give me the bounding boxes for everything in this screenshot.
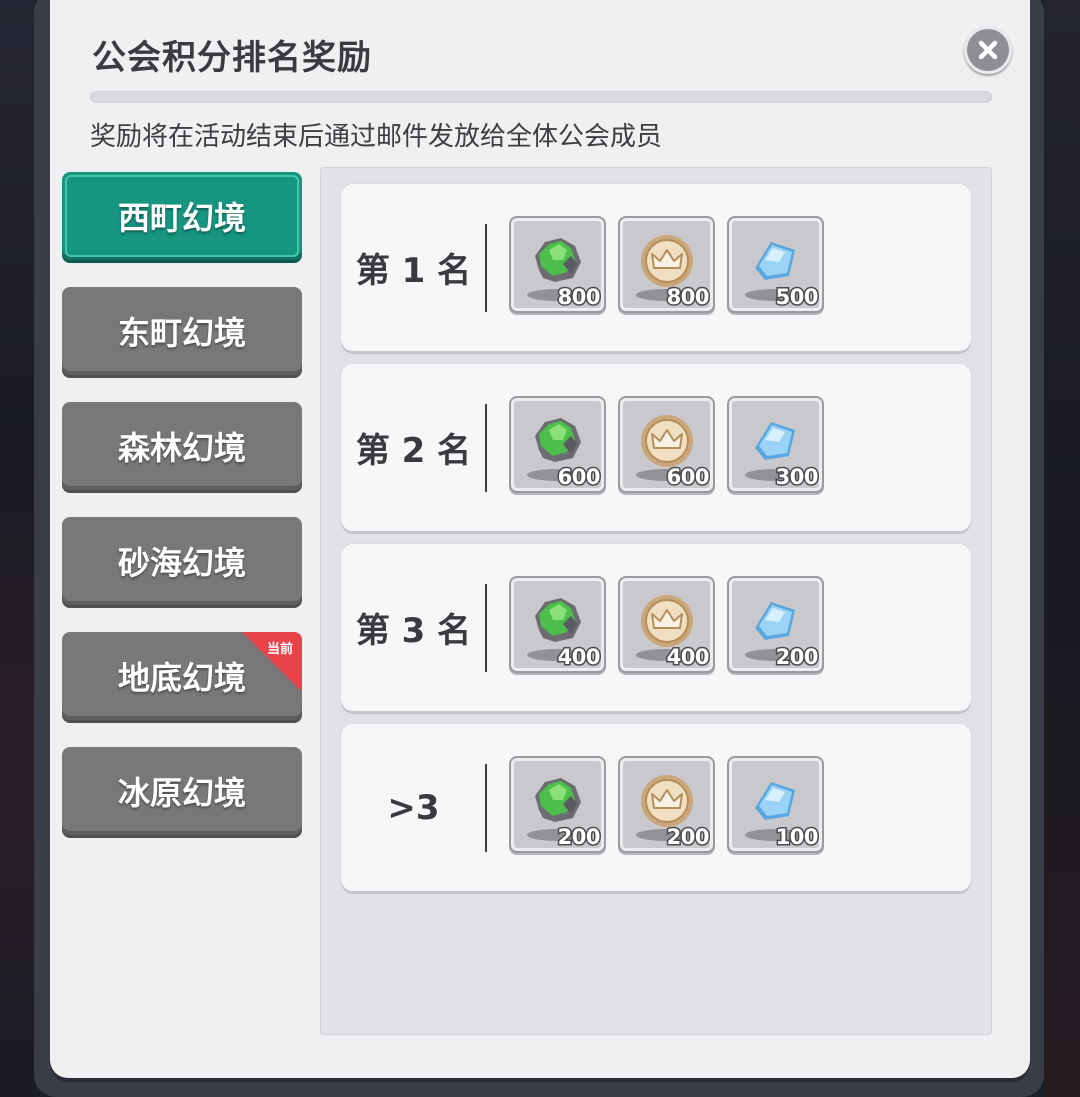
tab-label: 砂海幻境 xyxy=(117,544,246,582)
reward-count: 200 xyxy=(556,824,602,851)
green-ore-icon xyxy=(535,778,581,822)
blue-crystal-icon xyxy=(755,782,795,820)
reward-item[interactable]: 200 xyxy=(727,576,824,673)
tab-label: 东町幻境 xyxy=(117,314,246,352)
reward-count: 600 xyxy=(556,464,602,491)
reward-item[interactable]: 600 xyxy=(618,396,715,493)
blue-crystal-icon xyxy=(755,242,795,280)
rank-row: 第 2 名 600 600 300 xyxy=(341,364,971,531)
reward-item[interactable]: 500 xyxy=(727,216,824,313)
dialog-subtitle: 奖励将在活动结束后通过邮件发放给全体公会成员 xyxy=(90,122,663,152)
crown-coin-icon xyxy=(641,775,693,827)
reward-count: 300 xyxy=(774,464,820,491)
reward-count: 200 xyxy=(665,824,711,851)
crown-coin-icon xyxy=(641,235,693,287)
rank-separator xyxy=(485,764,487,852)
close-button[interactable] xyxy=(964,26,1012,74)
reward-dialog: 公会积分排名奖励 奖励将在活动结束后通过邮件发放给全体公会成员 西町幻境 东町幻… xyxy=(50,0,1030,1078)
close-icon xyxy=(978,40,998,60)
rank-label: 第 3 名 xyxy=(355,611,472,651)
reward-count: 800 xyxy=(665,284,711,311)
tab-west-town-realm[interactable]: 西町幻境 xyxy=(62,172,302,260)
reward-items: 200 200 100 xyxy=(509,756,824,853)
rank-separator xyxy=(485,404,487,492)
reward-items: 400 400 200 xyxy=(509,576,824,673)
reward-item[interactable]: 800 xyxy=(618,216,715,313)
tab-label: 冰原幻境 xyxy=(117,774,246,812)
reward-items: 600 600 300 xyxy=(509,396,824,493)
blue-crystal-icon xyxy=(755,422,795,460)
tab-label: 西町幻境 xyxy=(117,199,246,237)
reward-item[interactable]: 200 xyxy=(618,756,715,853)
background-left xyxy=(0,0,34,1097)
crown-coin-icon xyxy=(641,415,693,467)
tab-label: 森林幻境 xyxy=(117,429,246,467)
rank-row: 第 3 名 400 400 200 xyxy=(341,544,971,711)
rank-row: >3 200 200 100 xyxy=(341,724,971,891)
reward-item[interactable]: 300 xyxy=(727,396,824,493)
reward-item[interactable]: 600 xyxy=(509,396,606,493)
realm-tab-list: 西町幻境 东町幻境 森林幻境 砂海幻境 地底幻境 当前 冰原幻境 xyxy=(62,172,302,862)
reward-count: 600 xyxy=(665,464,711,491)
rank-label: 第 2 名 xyxy=(355,431,472,471)
tab-label: 地底幻境 xyxy=(117,659,246,697)
tab-forest-realm[interactable]: 森林幻境 xyxy=(62,402,302,490)
reward-count: 400 xyxy=(665,644,711,671)
reward-items: 800 800 500 xyxy=(509,216,824,313)
tab-ice-field-realm[interactable]: 冰原幻境 xyxy=(62,747,302,835)
reward-count: 200 xyxy=(774,644,820,671)
reward-count: 800 xyxy=(556,284,602,311)
reward-count: 500 xyxy=(774,284,820,311)
title-divider xyxy=(90,91,992,103)
reward-item[interactable]: 800 xyxy=(509,216,606,313)
green-ore-icon xyxy=(535,418,581,462)
current-badge: 当前 xyxy=(242,632,302,692)
green-ore-icon xyxy=(535,238,581,282)
green-ore-icon xyxy=(535,598,581,642)
tab-underground-realm[interactable]: 地底幻境 当前 xyxy=(62,632,302,720)
current-badge-label: 当前 xyxy=(266,642,293,657)
dialog-title: 公会积分排名奖励 xyxy=(92,38,372,78)
reward-count: 100 xyxy=(774,824,820,851)
reward-count: 400 xyxy=(556,644,602,671)
rank-separator xyxy=(485,584,487,672)
rank-rewards-panel: 第 1 名 800 800 500 第 2 名 600 600 300 第 3 名 … xyxy=(320,167,992,1035)
rank-label: 第 1 名 xyxy=(355,251,472,291)
reward-item[interactable]: 400 xyxy=(509,576,606,673)
tab-east-town-realm[interactable]: 东町幻境 xyxy=(62,287,302,375)
rank-separator xyxy=(485,224,487,312)
rank-label: >3 xyxy=(387,787,440,828)
reward-item[interactable]: 200 xyxy=(509,756,606,853)
background-right xyxy=(1044,0,1080,1097)
crown-coin-icon xyxy=(641,595,693,647)
reward-item[interactable]: 400 xyxy=(618,576,715,673)
tab-sand-sea-realm[interactable]: 砂海幻境 xyxy=(62,517,302,605)
blue-crystal-icon xyxy=(755,602,795,640)
rank-row: 第 1 名 800 800 500 xyxy=(341,184,971,351)
reward-item[interactable]: 100 xyxy=(727,756,824,853)
